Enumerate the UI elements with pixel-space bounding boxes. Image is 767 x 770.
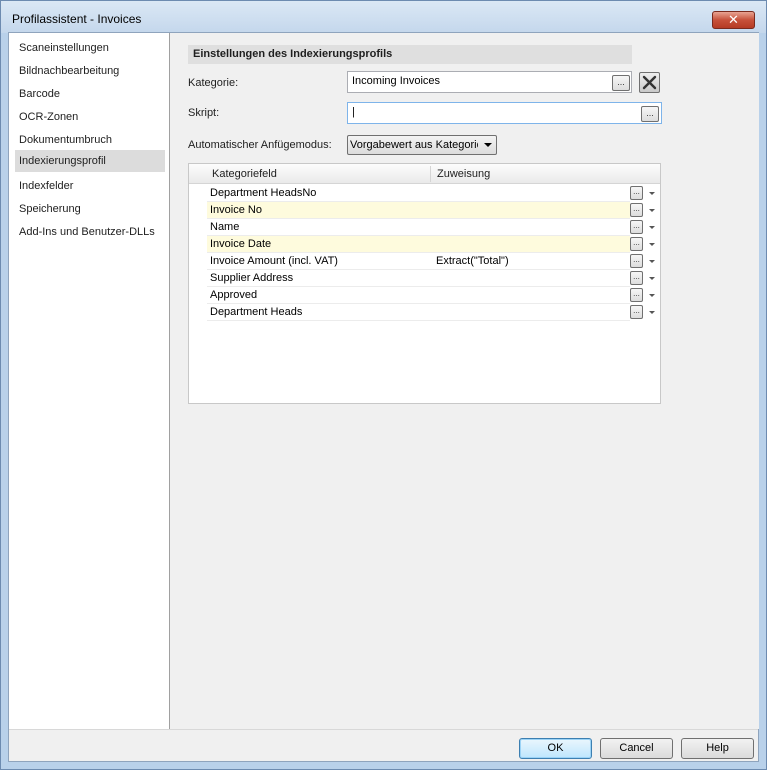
- skript-browse-button[interactable]: ...: [641, 106, 659, 122]
- table-row[interactable]: Department Heads: [207, 304, 630, 321]
- sidebar-item-add-ins[interactable]: Add-Ins und Benutzer-DLLs: [15, 221, 165, 243]
- assignment-cell[interactable]: Extract("Total"): [436, 255, 509, 267]
- button-bar: OK Cancel Help: [9, 729, 758, 761]
- row-browse-button[interactable]: ...: [630, 220, 643, 234]
- chevron-down-icon: [484, 143, 492, 147]
- field-name-cell: Department HeadsNo: [210, 187, 317, 199]
- field-name-cell: Department Heads: [210, 306, 303, 318]
- row-browse-button[interactable]: ...: [630, 288, 643, 302]
- sidebar-item-indexfelder[interactable]: Indexfelder: [15, 175, 165, 197]
- table-row[interactable]: Invoice No: [207, 202, 630, 219]
- anfuegemodus-value: Vorgabewert aus Kategorie: [350, 139, 478, 151]
- kategorie-browse-button[interactable]: ...: [612, 75, 630, 91]
- sidebar-item-bildnachbearbeitung[interactable]: Bildnachbearbeitung: [15, 60, 165, 82]
- kategorie-value: Incoming Invoices: [352, 75, 441, 87]
- anfuegemodus-dropdown[interactable]: Vorgabewert aus Kategorie: [347, 135, 497, 155]
- kategorie-clear-button[interactable]: [639, 72, 660, 93]
- chevron-down-icon[interactable]: [649, 243, 655, 246]
- chevron-down-icon[interactable]: [649, 226, 655, 229]
- title-bar[interactable]: Profilassistent - Invoices ✕: [1, 1, 766, 33]
- ok-button[interactable]: OK: [519, 738, 592, 759]
- chevron-down-icon[interactable]: [649, 277, 655, 280]
- sidebar-item-scaneinstellungen[interactable]: Scaneinstellungen: [15, 37, 165, 59]
- table-row[interactable]: Approved: [207, 287, 630, 304]
- kategorie-label: Kategorie:: [188, 77, 239, 89]
- chevron-down-icon[interactable]: [649, 311, 655, 314]
- row-browse-button[interactable]: ...: [630, 254, 643, 268]
- grid-header: Kategoriefeld Zuweisung: [189, 164, 660, 184]
- close-icon: [642, 75, 657, 90]
- table-row[interactable]: Invoice Amount (incl. VAT) Extract("Total…: [207, 253, 630, 270]
- section-title: Einstellungen des Indexierungsprofils: [188, 45, 632, 64]
- row-browse-button[interactable]: ...: [630, 186, 643, 200]
- settings-panel: Einstellungen des Indexierungsprofils Ka…: [170, 33, 759, 729]
- sidebar-item-speicherung[interactable]: Speicherung: [15, 198, 165, 220]
- row-browse-button[interactable]: ...: [630, 203, 643, 217]
- dialog-client-area: Scaneinstellungen Bildnachbearbeitung Ba…: [8, 32, 759, 762]
- column-header-zuweisung[interactable]: Zuweisung: [437, 168, 490, 180]
- sidebar-item-barcode[interactable]: Barcode: [15, 83, 165, 105]
- field-name-cell: Invoice No: [210, 204, 262, 216]
- field-assignment-grid: Kategoriefeld Zuweisung Department Heads…: [188, 163, 661, 404]
- skript-field[interactable]: |: [347, 102, 662, 124]
- window-title: Profilassistent - Invoices: [12, 12, 142, 26]
- sidebar-item-ocr-zonen[interactable]: OCR-Zonen: [15, 106, 165, 128]
- column-header-kategoriefeld[interactable]: Kategoriefeld: [212, 168, 277, 180]
- skript-label: Skript:: [188, 107, 220, 119]
- field-name-cell: Name: [210, 221, 240, 233]
- skript-value: |: [352, 106, 355, 118]
- table-row[interactable]: Invoice Date: [207, 236, 630, 253]
- help-button[interactable]: Help: [681, 738, 754, 759]
- sidebar-item-indexierungsprofil[interactable]: Indexierungsprofil: [15, 150, 165, 172]
- table-row[interactable]: Name: [207, 219, 630, 236]
- profile-assistant-window: Profilassistent - Invoices ✕ Scaneinstel…: [0, 0, 767, 770]
- field-name-cell: Invoice Amount (incl. VAT): [210, 255, 338, 267]
- sidebar-item-dokumentumbruch[interactable]: Dokumentumbruch: [15, 129, 165, 151]
- kategorie-field[interactable]: Incoming Invoices: [347, 71, 632, 93]
- anfuegemodus-label: Automatischer Anfügemodus:: [188, 139, 332, 151]
- field-name-cell: Approved: [210, 289, 258, 301]
- chevron-down-icon[interactable]: [649, 192, 655, 195]
- row-browse-button[interactable]: ...: [630, 271, 643, 285]
- column-divider: [430, 166, 431, 182]
- row-browse-button[interactable]: ...: [630, 305, 643, 319]
- table-row[interactable]: Department HeadsNo: [207, 185, 630, 202]
- row-browse-button[interactable]: ...: [630, 237, 643, 251]
- close-button[interactable]: ✕: [712, 11, 755, 29]
- chevron-down-icon[interactable]: [649, 260, 655, 263]
- sidebar-nav: Scaneinstellungen Bildnachbearbeitung Ba…: [9, 33, 170, 729]
- chevron-down-icon[interactable]: [649, 209, 655, 212]
- cancel-button[interactable]: Cancel: [600, 738, 673, 759]
- table-row[interactable]: Supplier Address: [207, 270, 630, 287]
- field-name-cell: Supplier Address: [210, 272, 294, 284]
- chevron-down-icon[interactable]: [649, 294, 655, 297]
- field-name-cell: Invoice Date: [210, 238, 272, 250]
